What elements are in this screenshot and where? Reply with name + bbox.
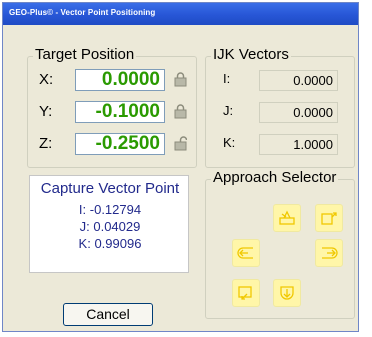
x-lock-icon[interactable] xyxy=(174,72,187,87)
y-lock-icon[interactable] xyxy=(174,104,187,119)
z-unlock-icon[interactable] xyxy=(174,136,188,151)
approach-left-button[interactable] xyxy=(232,239,260,267)
approach-top-left-icon xyxy=(279,210,295,225)
approach-bottom-button[interactable] xyxy=(273,279,301,307)
i-value-field: 0.0000 xyxy=(259,70,338,91)
capture-j-value: J: 0.04029 xyxy=(79,219,141,234)
k-value-field: 1.0000 xyxy=(259,134,338,155)
title-bar[interactable]: GEO-Plus© - Vector Point Positioning xyxy=(3,3,358,25)
dialog-window: GEO-Plus© - Vector Point Positioning Tar… xyxy=(2,2,359,332)
y-label: Y: xyxy=(39,103,53,120)
y-value-field[interactable]: -0.1000 xyxy=(75,101,165,123)
j-label: J: xyxy=(223,103,234,118)
approach-bottom-left-icon xyxy=(238,286,252,300)
approach-top-right-button[interactable] xyxy=(315,204,343,232)
cancel-button[interactable]: Cancel xyxy=(63,303,153,326)
j-value-field: 0.0000 xyxy=(259,102,338,123)
z-label: Z: xyxy=(39,135,53,152)
capture-vector-point-panel[interactable]: Capture Vector Point I: -0.12794 J: 0.04… xyxy=(29,175,189,273)
approach-bottom-left-button[interactable] xyxy=(232,279,260,307)
capture-title: Capture Vector Point xyxy=(40,180,180,197)
approach-top-left-button[interactable] xyxy=(273,204,301,232)
x-label: X: xyxy=(39,71,54,88)
ijk-vectors-label: IJK Vectors xyxy=(211,46,291,63)
k-label: K: xyxy=(223,135,236,150)
approach-selector-label: Approach Selector xyxy=(211,169,339,186)
x-value-field[interactable]: 0.0000 xyxy=(75,69,165,91)
approach-left-icon xyxy=(237,247,253,259)
i-label: I: xyxy=(223,71,231,86)
z-value-field[interactable]: -0.2500 xyxy=(75,133,165,155)
approach-top-right-icon xyxy=(321,212,337,225)
window-title: GEO-Plus© - Vector Point Positioning xyxy=(9,8,156,17)
approach-right-icon xyxy=(322,247,338,259)
capture-k-value: K: 0.99096 xyxy=(78,236,142,251)
capture-i-value: I: -0.12794 xyxy=(78,202,142,217)
approach-right-button[interactable] xyxy=(315,239,343,267)
approach-bottom-icon xyxy=(280,286,294,300)
target-position-label: Target Position xyxy=(33,46,137,63)
